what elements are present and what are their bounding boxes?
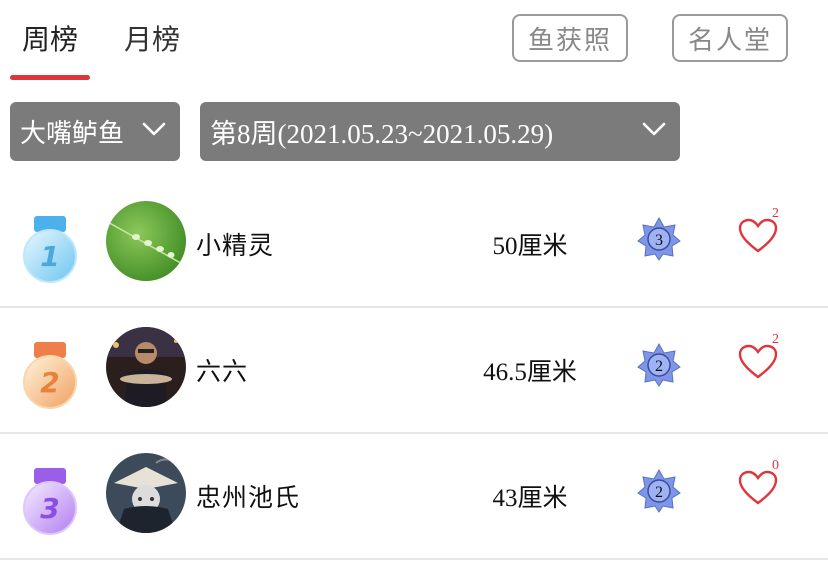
tab-weekly[interactable]: 周榜: [22, 18, 78, 58]
rank-number: 3: [40, 492, 59, 525]
avatar[interactable]: [106, 327, 186, 407]
chevron-down-icon: [642, 122, 666, 136]
chevron-down-icon: [142, 122, 166, 136]
avatar-cartoon-character-icon: [106, 453, 186, 533]
avatar-water-droplets-icon: [106, 201, 186, 281]
gold-medal-rank-1-icon: 1: [23, 216, 77, 283]
ranking-row[interactable]: 1 小精灵 50厘米 3 2: [0, 182, 828, 308]
like-count: 0: [772, 458, 779, 473]
fish-size: 50厘米: [492, 233, 568, 260]
ranking-row[interactable]: 3 忠州池氏 43厘米 2 0: [0, 434, 828, 560]
svg-text:2: 2: [655, 484, 663, 501]
hall-of-fame-button[interactable]: 名人堂: [672, 14, 788, 62]
divider: [0, 558, 828, 560]
heart-like-icon[interactable]: [738, 218, 778, 254]
svg-text:2: 2: [655, 358, 663, 375]
catch-photo-button[interactable]: 鱼获照: [512, 14, 628, 62]
silver-medal-rank-2-icon: 2: [23, 342, 77, 409]
heart-like-icon[interactable]: [738, 470, 778, 506]
fish-size: 46.5厘米: [483, 359, 577, 386]
species-select-label: 大嘴鲈鱼: [20, 119, 125, 149]
rank-number: 2: [40, 366, 59, 399]
ranking-row[interactable]: 2 六六 46.5厘米 2 2: [0, 308, 828, 434]
level-badge-icon: 2: [637, 343, 681, 387]
like-count: 2: [772, 206, 779, 221]
bronze-medal-rank-3-icon: 3: [23, 468, 77, 535]
species-select[interactable]: 大嘴鲈鱼: [10, 102, 180, 161]
user-name[interactable]: 小精灵: [196, 226, 274, 262]
user-name[interactable]: 忠州池氏: [196, 478, 300, 514]
heart-like-icon[interactable]: [738, 344, 778, 380]
avatar[interactable]: [106, 201, 186, 281]
like-count: 2: [772, 332, 779, 347]
svg-text:3: 3: [655, 232, 663, 249]
tab-monthly[interactable]: 月榜: [124, 18, 180, 58]
avatar-man-holding-fish-icon: [106, 327, 186, 407]
level-badge-icon: 3: [637, 217, 681, 261]
active-tab-indicator: [10, 75, 90, 80]
level-badge-icon: 2: [637, 469, 681, 513]
week-select[interactable]: 第8周(2021.05.23~2021.05.29): [200, 102, 680, 161]
fish-size: 43厘米: [492, 485, 568, 512]
week-select-label: 第8周(2021.05.23~2021.05.29): [210, 119, 554, 149]
avatar[interactable]: [106, 453, 186, 533]
user-name[interactable]: 六六: [196, 352, 248, 388]
rank-number: 1: [40, 240, 59, 273]
